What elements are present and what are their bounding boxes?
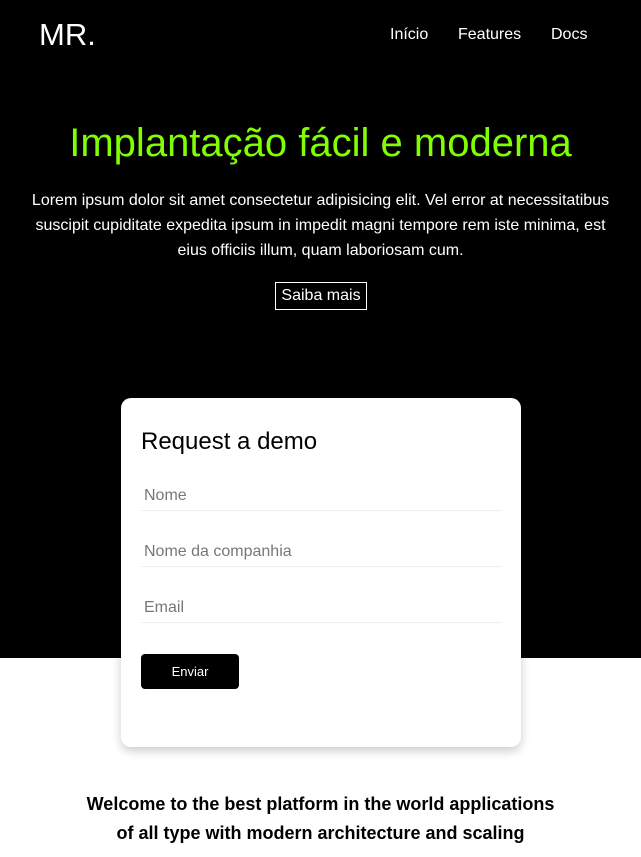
submit-button[interactable]: Enviar	[141, 654, 239, 689]
hero-title: Implantação fácil e moderna	[69, 121, 572, 165]
nav-inicio[interactable]: Início	[390, 26, 428, 44]
nav-docs[interactable]: Docs	[551, 26, 587, 44]
company-input[interactable]	[141, 537, 501, 567]
email-input[interactable]	[141, 593, 501, 623]
welcome-heading: Welcome to the best platform in the worl…	[0, 790, 641, 848]
name-input[interactable]	[141, 481, 501, 511]
demo-form-card: Request a demo Enviar	[121, 398, 521, 747]
welcome-line-2: of all type with modern architecture and…	[116, 823, 525, 843]
welcome-line-1: Welcome to the best platform in the worl…	[86, 794, 555, 814]
logo[interactable]: MR.	[39, 17, 96, 53]
form-title: Request a demo	[141, 428, 318, 455]
hero-description: Lorem ipsum dolor sit amet consectetur a…	[31, 192, 610, 259]
nav-features[interactable]: Features	[458, 26, 521, 44]
learn-more-button[interactable]: Saiba mais	[275, 282, 367, 310]
